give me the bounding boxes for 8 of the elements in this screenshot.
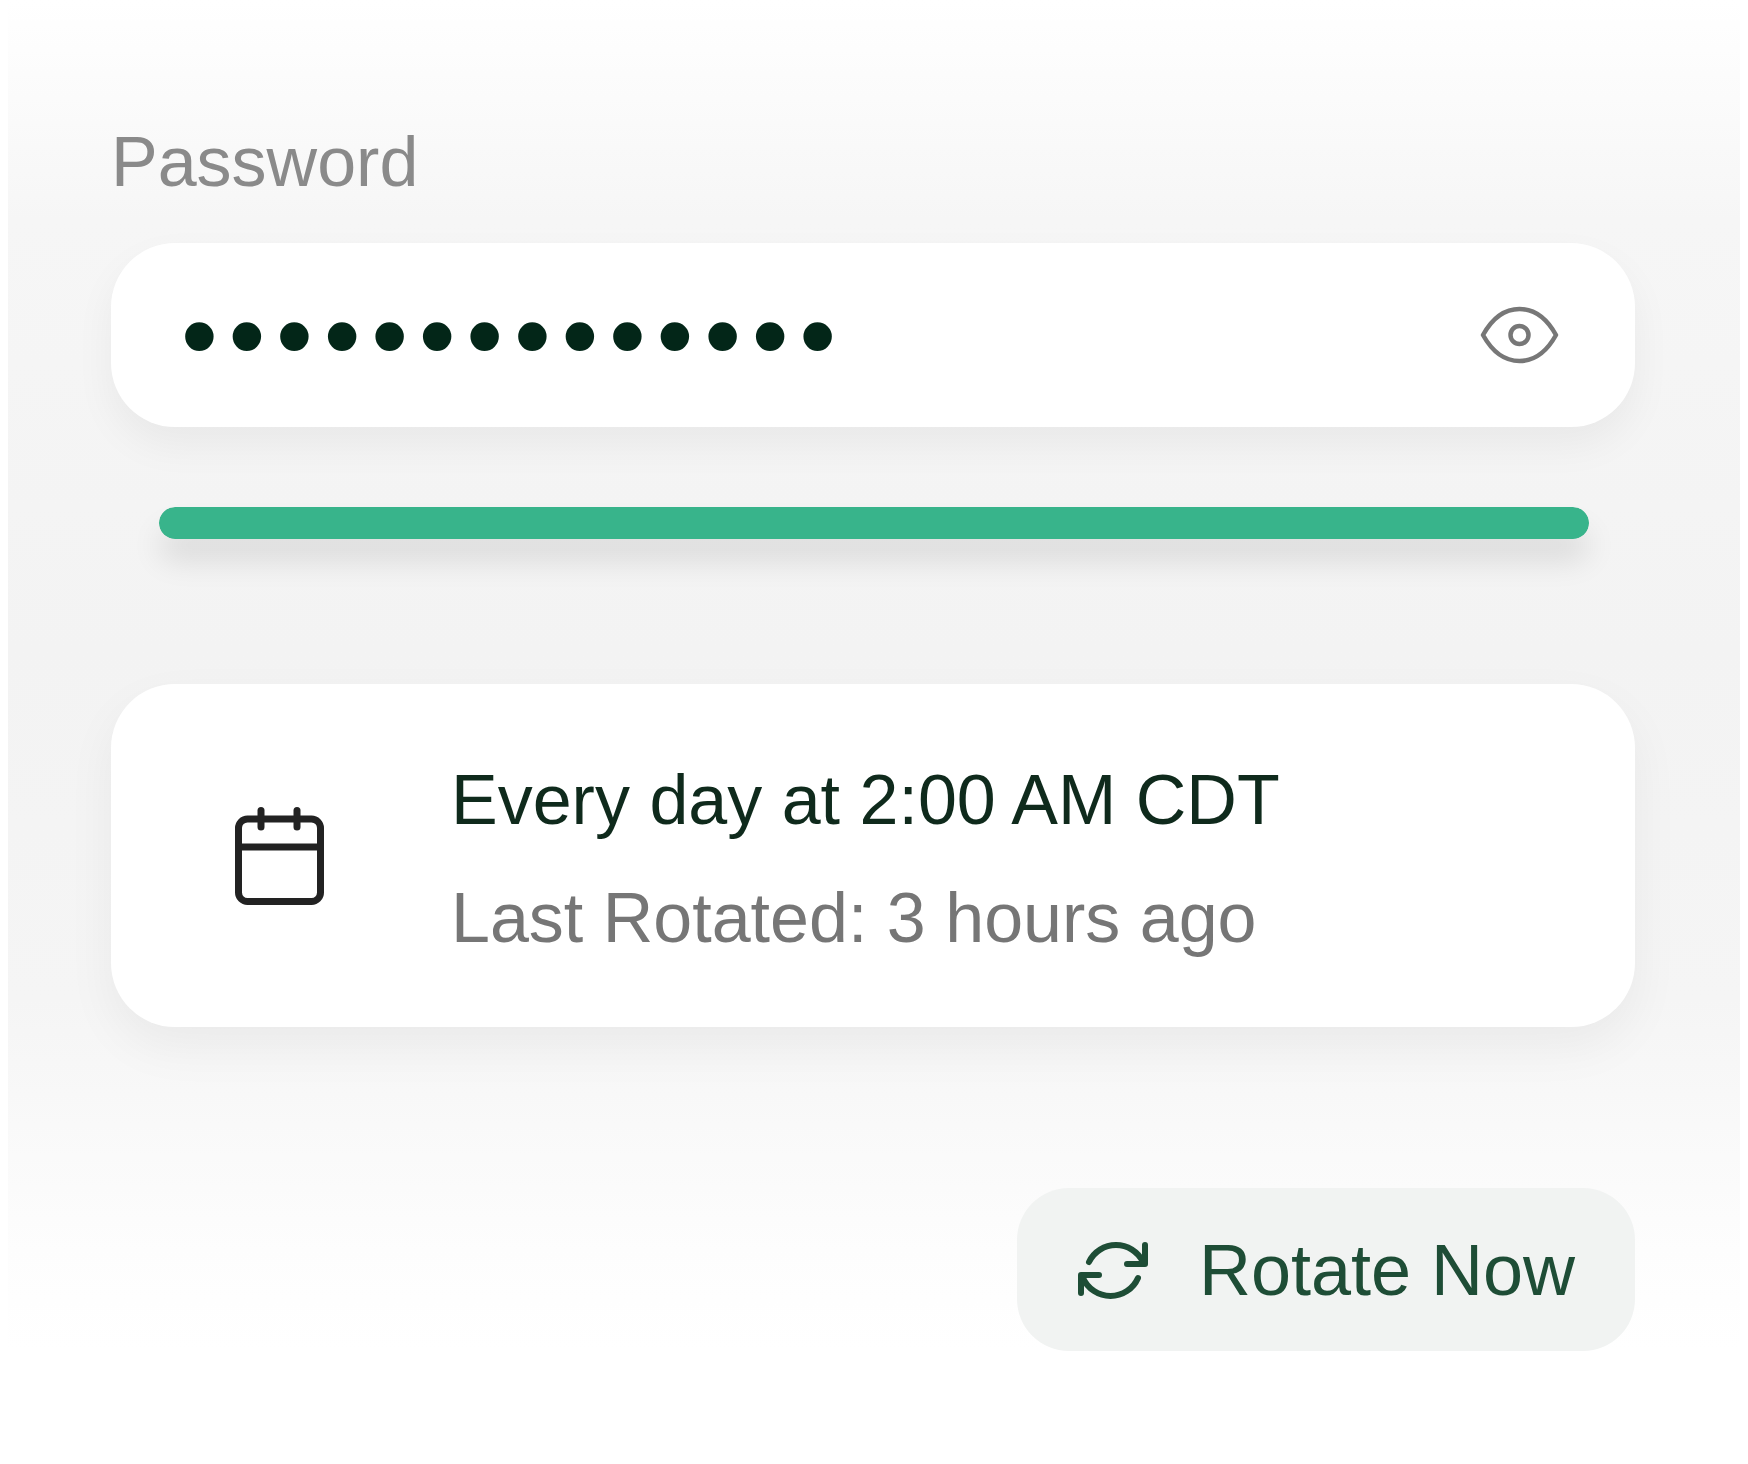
rotate-now-button[interactable]: Rotate Now xyxy=(1017,1188,1635,1351)
calendar-icon xyxy=(235,806,324,905)
password-field[interactable]: •••••••••••••• xyxy=(111,243,1635,427)
eye-icon[interactable] xyxy=(1480,306,1559,364)
schedule-text: Every day at 2:00 AM CDT xyxy=(451,759,1280,840)
last-rotated-text: Last Rotated: 3 hours ago xyxy=(451,877,1257,958)
field-label: Password xyxy=(111,127,419,197)
refresh-icon xyxy=(1076,1239,1149,1300)
